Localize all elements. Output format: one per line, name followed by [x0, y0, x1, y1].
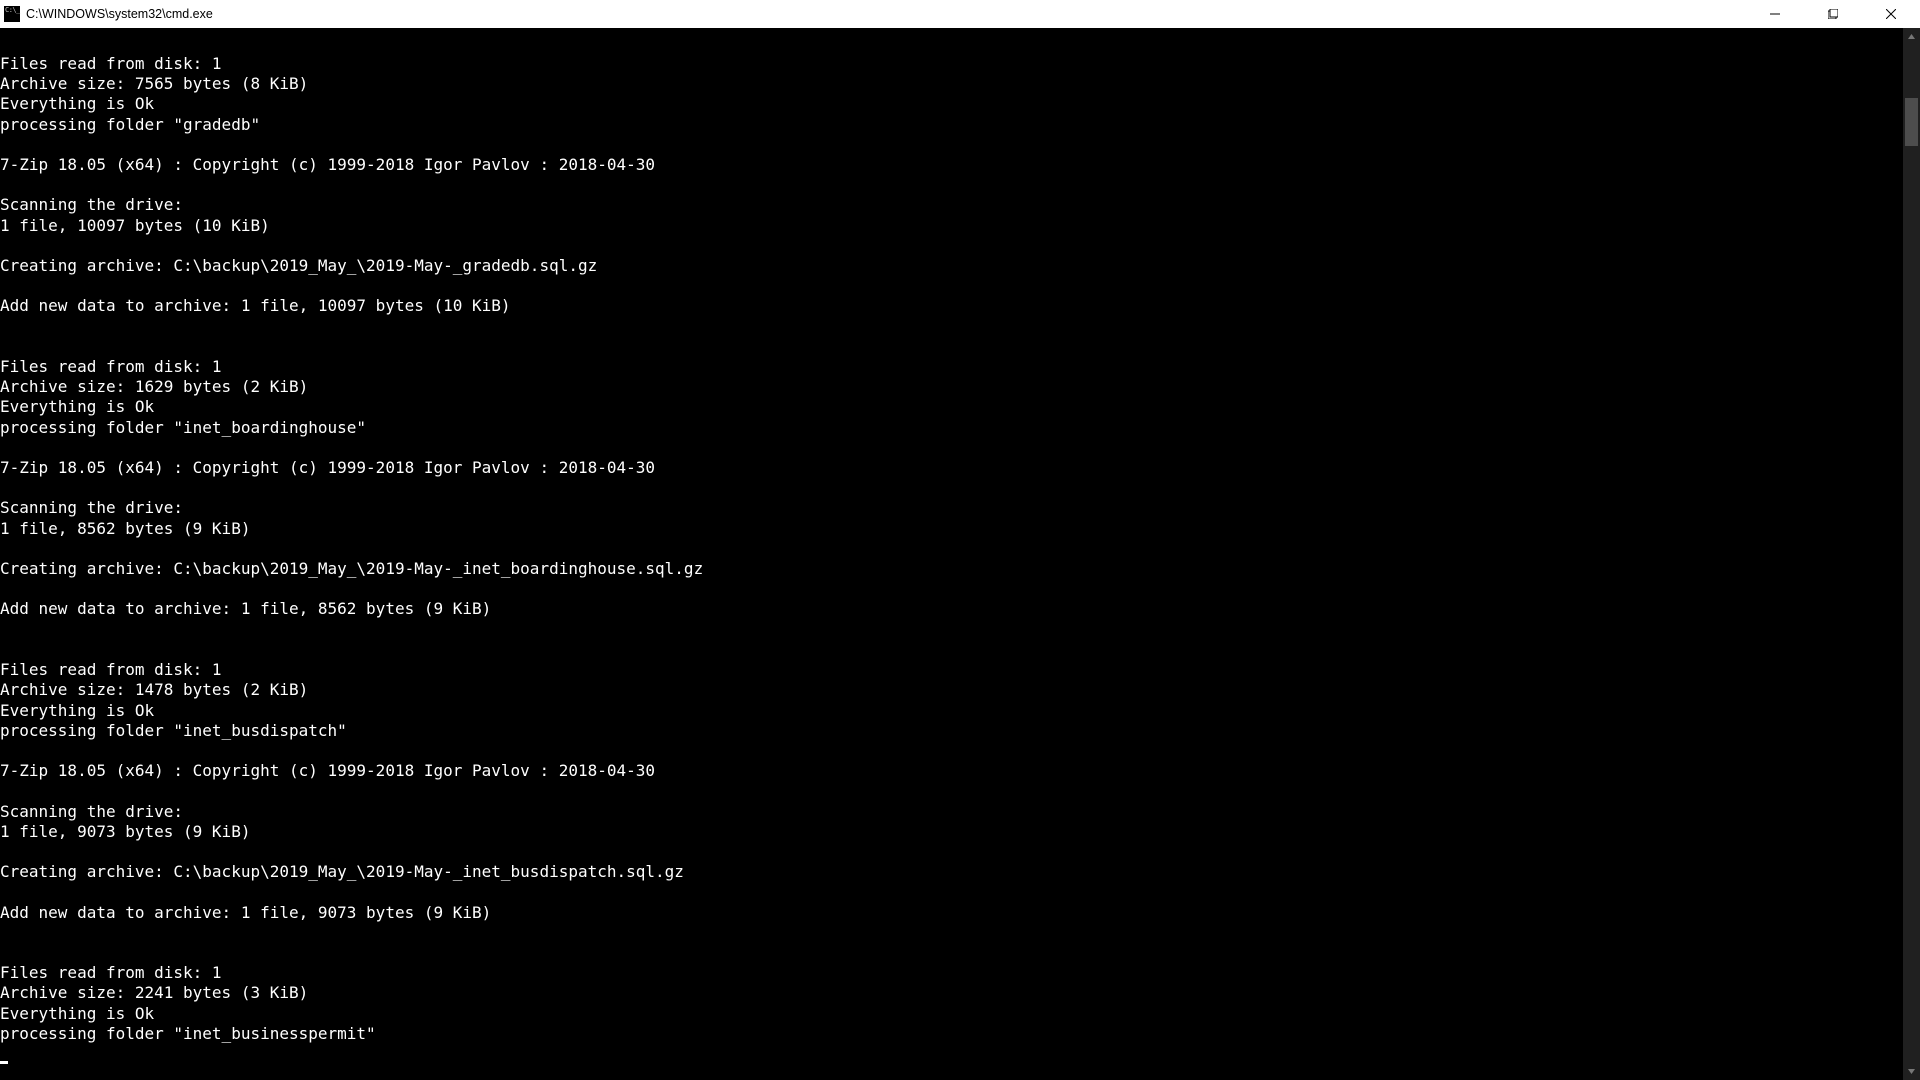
- titlebar[interactable]: C:\WINDOWS\system32\cmd.exe: [0, 0, 1920, 28]
- window-controls: [1746, 0, 1920, 28]
- terminal-output[interactable]: Files read from disk: 1 Archive size: 75…: [0, 28, 1903, 1080]
- scrollbar-thumb[interactable]: [1905, 98, 1918, 146]
- close-button[interactable]: [1862, 0, 1920, 28]
- scroll-up-button[interactable]: [1903, 28, 1920, 45]
- scroll-down-button[interactable]: [1903, 1063, 1920, 1080]
- cursor: [0, 1061, 8, 1064]
- content-area: Files read from disk: 1 Archive size: 75…: [0, 28, 1920, 1080]
- terminal-lines: Files read from disk: 1 Archive size: 75…: [0, 28, 703, 1064]
- window-title: C:\WINDOWS\system32\cmd.exe: [26, 7, 213, 21]
- maximize-button[interactable]: [1804, 0, 1862, 28]
- vertical-scrollbar[interactable]: [1903, 28, 1920, 1080]
- cmd-icon: [4, 6, 20, 22]
- minimize-button[interactable]: [1746, 0, 1804, 28]
- cmd-window: C:\WINDOWS\system32\cmd.exe Files read f…: [0, 0, 1920, 1080]
